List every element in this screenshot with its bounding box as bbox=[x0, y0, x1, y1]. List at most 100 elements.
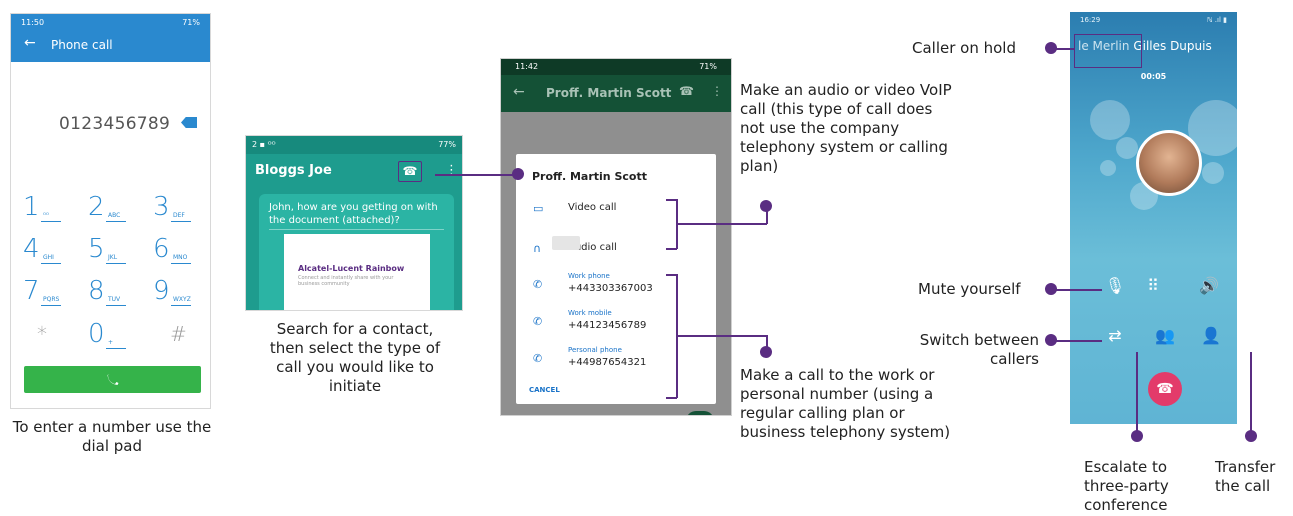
conversation-caption: Search for a contact, then select the ty… bbox=[269, 320, 441, 395]
document-subtitle: Connect and instantly share with your bu… bbox=[298, 275, 394, 287]
dial-key-7[interactable]: 7 PQRS bbox=[23, 276, 83, 306]
personal-phone-label: Personal phone bbox=[568, 346, 622, 354]
dial-key-1[interactable]: 1 ᴼᴼ bbox=[23, 192, 83, 222]
work-phone-number: +443303367003 bbox=[568, 283, 653, 294]
bracket-line bbox=[666, 274, 677, 276]
escalate-note: Escalate to three-party conference bbox=[1084, 458, 1169, 514]
dial-key-9[interactable]: 9 WXYZ bbox=[153, 276, 210, 306]
regular-call-note: Make a call to the work or personal numb… bbox=[740, 366, 951, 441]
status-battery: 77% bbox=[438, 140, 456, 149]
transfer-note: Transfer the call bbox=[1215, 458, 1276, 495]
dialer-caption: To enter a number use the dial pad bbox=[12, 418, 212, 455]
phone-icon: ✆ bbox=[533, 315, 543, 328]
phone-icon: ✆ bbox=[533, 278, 543, 291]
back-arrow-icon[interactable]: ← bbox=[24, 35, 36, 51]
bracket-line bbox=[666, 248, 677, 250]
video-call-icon[interactable]: ☎ bbox=[398, 161, 422, 182]
contact-name: Bloggs Joe bbox=[255, 163, 332, 178]
voicemail-icon: ᴼᴼ bbox=[43, 212, 49, 219]
attached-document[interactable]: Alcatel-Lucent Rainbow Connect and insta… bbox=[284, 234, 430, 310]
hang-up-icon: ☎ bbox=[1156, 381, 1174, 397]
work-mobile-label: Work mobile bbox=[568, 309, 612, 317]
switch-callers-icon[interactable]: ⇄ bbox=[1102, 324, 1128, 348]
video-call-icon[interactable]: ☎ bbox=[679, 84, 694, 98]
dial-key-5[interactable]: 5 JKL bbox=[88, 234, 148, 264]
dial-key-4[interactable]: 4 GHI bbox=[23, 234, 83, 264]
call-type-screen: 11:42 71% ← Proff. Martin Scott ☎ ⋮ Prof… bbox=[500, 58, 732, 416]
connector-line bbox=[1056, 48, 1074, 50]
contact-title: Proff. Martin Scott bbox=[546, 86, 672, 100]
status-battery: 71% bbox=[182, 18, 200, 27]
work-mobile-number: +44123456789 bbox=[568, 320, 647, 331]
connector-line bbox=[677, 223, 767, 225]
status-icons: ℕ .ıl ▮ bbox=[1206, 16, 1227, 24]
connector-line bbox=[1250, 352, 1252, 432]
status-bar: 2 ▪ ᴼᴼ 77% bbox=[246, 136, 462, 154]
dialog-title: Proff. Martin Scott bbox=[532, 170, 647, 183]
background-bubble bbox=[1116, 137, 1138, 159]
transfer-icon[interactable]: 👤 bbox=[1198, 324, 1224, 348]
dialpad-icon[interactable]: ⠿ bbox=[1140, 274, 1166, 298]
bracket-line bbox=[666, 199, 677, 201]
connector-dot bbox=[760, 200, 772, 212]
more-options-icon[interactable]: ⋮ bbox=[711, 84, 723, 98]
backspace-icon[interactable] bbox=[181, 117, 197, 128]
more-options-icon[interactable]: ⋮ bbox=[445, 163, 458, 178]
background-bubble bbox=[1100, 160, 1116, 176]
connector-dot bbox=[1131, 430, 1143, 442]
dial-key-2[interactable]: 2 ABC bbox=[88, 192, 148, 222]
connector-line bbox=[1056, 340, 1102, 342]
phone-icon bbox=[107, 374, 119, 385]
video-call-label: Video call bbox=[568, 202, 617, 213]
app-bar: ← Proff. Martin Scott ☎ ⋮ bbox=[501, 75, 731, 112]
video-camera-icon: ▭ bbox=[533, 202, 544, 215]
connector-line bbox=[435, 174, 515, 176]
dial-key-6[interactable]: 6 MNO bbox=[153, 234, 210, 264]
redaction-mark bbox=[552, 236, 580, 250]
status-icons: 2 ▪ ᴼᴼ bbox=[252, 140, 276, 149]
bracket-line bbox=[666, 397, 677, 399]
personal-phone-number: +44987654321 bbox=[568, 357, 647, 368]
dial-key-3[interactable]: 3 DEF bbox=[153, 192, 210, 222]
end-call-button[interactable]: ☎ bbox=[1148, 372, 1182, 406]
dial-key-star[interactable]: * bbox=[33, 319, 93, 349]
connector-dot bbox=[512, 168, 524, 180]
screen-title: Phone call bbox=[51, 38, 113, 52]
connector-line bbox=[1136, 352, 1138, 432]
dial-key-8[interactable]: 8 TUV bbox=[88, 276, 148, 306]
conference-icon[interactable]: 👥 bbox=[1152, 324, 1178, 348]
cancel-button[interactable]: CANCEL bbox=[529, 386, 560, 394]
status-time: 11:50 bbox=[21, 18, 45, 27]
document-title: Alcatel-Lucent Rainbow bbox=[298, 264, 405, 273]
speaker-icon[interactable]: 🔊 bbox=[1196, 274, 1222, 298]
status-bar: 16:29 ℕ .ıl ▮ bbox=[1070, 12, 1237, 29]
background-bubble bbox=[1202, 162, 1224, 184]
status-battery: 71% bbox=[699, 62, 717, 71]
mute-icon[interactable]: 🎙 bbox=[1102, 274, 1128, 298]
divider bbox=[269, 229, 444, 230]
dial-key-0[interactable]: 0 + bbox=[88, 319, 148, 349]
back-arrow-icon[interactable]: ← bbox=[513, 84, 525, 100]
status-time: 16:29 bbox=[1080, 16, 1101, 24]
voip-note: Make an audio or video VoIP call (this t… bbox=[740, 81, 952, 175]
work-phone-label: Work phone bbox=[568, 272, 610, 280]
mute-note: Mute yourself bbox=[918, 280, 1021, 298]
dial-key-hash[interactable]: # bbox=[166, 319, 210, 349]
background-bubble bbox=[1090, 100, 1130, 140]
call-timer: 00:05 bbox=[1140, 72, 1167, 81]
held-caller-highlight bbox=[1074, 34, 1142, 68]
connector-line bbox=[677, 335, 767, 337]
dialer-screen: 11:50 71% ← Phone call 0123456789 1 ᴼᴼ 2A… bbox=[10, 13, 211, 409]
phone-icon: ✆ bbox=[533, 352, 543, 365]
call-options-dialog: Proff. Martin Scott ▭ Video call ∩ Audio… bbox=[516, 154, 716, 404]
dialed-number[interactable]: 0123456789 bbox=[59, 114, 170, 134]
connector-dot bbox=[1245, 430, 1257, 442]
status-bar: 11:42 71% bbox=[501, 59, 731, 75]
headset-icon: ∩ bbox=[533, 242, 542, 255]
call-button[interactable] bbox=[24, 366, 201, 393]
floating-action-button[interactable] bbox=[686, 411, 714, 415]
status-time: 11:42 bbox=[515, 62, 539, 71]
switch-note: Switch between callers bbox=[919, 331, 1039, 368]
status-bar: 11:50 71% bbox=[11, 14, 210, 31]
connector-line bbox=[1056, 289, 1102, 291]
